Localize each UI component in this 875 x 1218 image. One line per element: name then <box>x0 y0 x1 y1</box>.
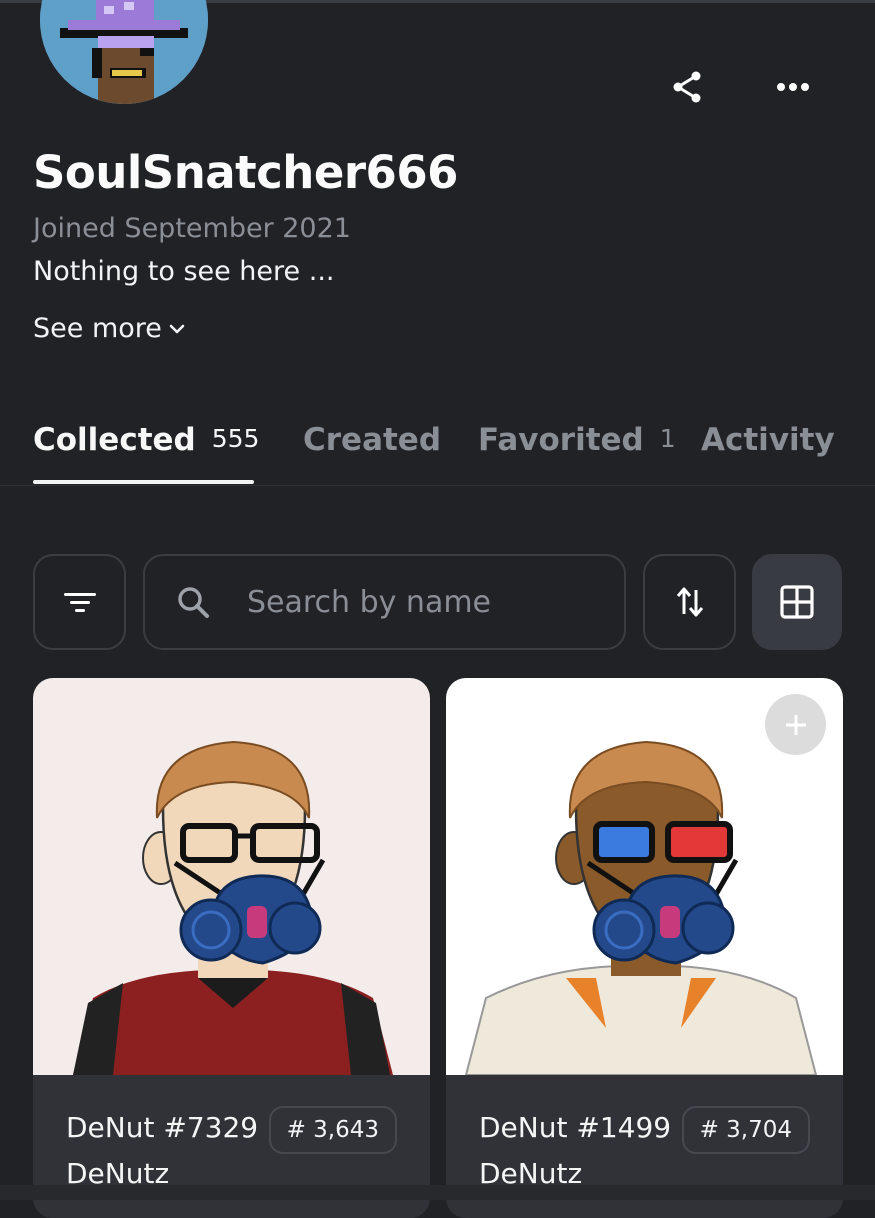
active-tab-indicator <box>33 480 254 484</box>
filter-icon <box>63 593 96 612</box>
tab-activity-label: Activity <box>701 422 835 458</box>
chevron-down-icon <box>169 324 185 333</box>
plus-icon <box>785 714 806 735</box>
tab-collected-count: 555 <box>211 424 260 453</box>
more-options-button[interactable] <box>771 65 815 109</box>
tab-collected[interactable]: Collected 555 <box>33 422 259 458</box>
nft-name: DeNut #1499 <box>479 1111 672 1144</box>
nft-card[interactable]: DeNut #7329 # 3,643 DeNutz <box>33 678 430 1218</box>
search-icon <box>178 587 209 618</box>
share-icon <box>673 71 701 103</box>
nft-card[interactable]: DeNut #1499 # 3,704 DeNutz <box>446 678 843 1218</box>
pixel-avatar-image <box>40 0 208 104</box>
avatar[interactable] <box>40 0 208 104</box>
sort-icon <box>676 587 703 617</box>
add-to-cart-button[interactable] <box>765 694 826 755</box>
rarity-rank-badge: # 3,643 <box>268 1106 397 1154</box>
joined-date: Joined September 2021 <box>33 213 351 244</box>
sort-button[interactable] <box>643 554 736 650</box>
see-more-label: See more <box>33 313 162 344</box>
more-icon <box>777 83 809 91</box>
grid-view-button[interactable] <box>752 554 842 650</box>
tab-favorited[interactable]: Favorited 1 <box>478 422 676 458</box>
grid-view-icon <box>780 585 814 619</box>
tab-favorited-count: 1 <box>659 424 676 453</box>
nft-name: DeNut #7329 <box>66 1111 259 1144</box>
tab-collected-label: Collected <box>33 422 196 458</box>
tab-favorited-label: Favorited <box>478 422 644 458</box>
nft-artwork-image <box>33 678 430 1075</box>
username: SoulSnatcher666 <box>33 146 458 199</box>
see-more-link[interactable]: See more <box>33 313 186 344</box>
filter-button[interactable] <box>33 554 126 650</box>
bio-text: Nothing to see here ... <box>33 256 335 287</box>
bottom-bar <box>0 1185 875 1200</box>
search-field[interactable] <box>143 554 626 650</box>
search-input[interactable] <box>245 583 579 621</box>
rarity-rank-badge: # 3,704 <box>681 1106 810 1154</box>
share-button[interactable] <box>665 65 709 109</box>
tab-created[interactable]: Created <box>303 422 441 458</box>
tab-created-label: Created <box>303 422 442 458</box>
tabs-divider <box>0 485 875 486</box>
tab-activity[interactable]: Activity <box>701 422 835 458</box>
